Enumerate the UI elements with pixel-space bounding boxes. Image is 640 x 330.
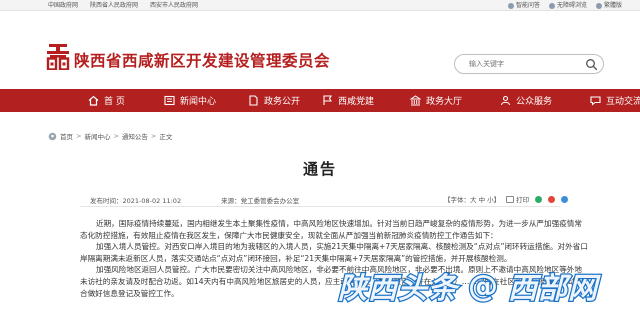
people-icon xyxy=(500,95,511,106)
watermark-at: @ xyxy=(467,267,500,305)
search-icon[interactable] xyxy=(585,58,598,71)
breadcrumb-separator: > xyxy=(76,132,82,140)
main-nav: 首 页 新闻中心 政务公开 西咸党建 政务大厅 公众服务 互动交流 xyxy=(0,89,640,112)
traditional-chinese-link[interactable]: 繁體版 xyxy=(595,1,622,10)
breadcrumb-home[interactable]: 首页 xyxy=(60,131,73,141)
gov-link-province[interactable]: 陕西省人民政府网 xyxy=(90,1,138,10)
top-link-bar: 中国政府网 陕西省人民政府网 西安市人民政府网 智能问答 无障碍浏览 繁體版 xyxy=(0,0,640,11)
breadcrumb-current: 正文 xyxy=(159,133,173,141)
news-icon xyxy=(164,95,175,106)
breadcrumb-separator: > xyxy=(150,132,157,140)
wechat-share-icon[interactable] xyxy=(535,195,543,203)
language-icon xyxy=(595,2,602,9)
chat-icon xyxy=(590,96,601,106)
nav-news[interactable]: 新闻中心 xyxy=(164,89,216,112)
breadcrumb-notices[interactable]: 通知公告 xyxy=(122,131,148,141)
search-box xyxy=(454,54,604,74)
article-meta: 发布时间：2021-08-02 11:02 来源：党工委管委会办公室 xyxy=(90,195,299,205)
breadcrumb-news[interactable]: 新闻中心 xyxy=(84,131,110,141)
accessibility-link[interactable]: 无障碍浏览 xyxy=(548,1,587,10)
gov-links: 中国政府网 陕西省人民政府网 西安市人民政府网 xyxy=(48,1,198,10)
robot-icon xyxy=(507,2,514,9)
paragraph-entry-control: 加强入境人员管控。对西安口岸入境目的地为我辖区的入境人员，实施21天集中隔离+7… xyxy=(80,242,588,263)
hall-icon xyxy=(410,95,421,106)
article-source: 来源：党工委管委会办公室 xyxy=(221,197,300,205)
nav-gov-affairs[interactable]: 政务公开 xyxy=(248,89,300,112)
watermark-right: 西部网 xyxy=(507,270,599,307)
article-title: 通告 xyxy=(302,160,337,178)
watermark: 陕西头条 @ 西部网 xyxy=(337,265,599,307)
qq-share-icon[interactable] xyxy=(561,195,569,203)
weibo-share-icon[interactable] xyxy=(548,195,556,203)
home-icon xyxy=(88,95,99,106)
print-icon xyxy=(506,195,515,203)
watermark-left: 陕西头条 xyxy=(337,270,459,307)
article-tools: 【字体：大 中 小】 打印 xyxy=(444,194,569,204)
site-header: 陕西省西咸新区开发建设管理委员会 xyxy=(0,11,640,89)
breadcrumb: 首页 > 新闻中心 > 通知公告 > 正文 xyxy=(48,131,172,141)
breadcrumb-separator: > xyxy=(113,132,119,140)
nav-interaction[interactable]: 互动交流 xyxy=(590,89,640,112)
search-input[interactable] xyxy=(469,57,579,71)
print-button[interactable]: 打印 xyxy=(506,194,529,204)
meta-divider xyxy=(80,206,560,207)
flag-icon xyxy=(323,95,332,105)
gov-link-central[interactable]: 中国政府网 xyxy=(48,1,78,10)
location-icon xyxy=(48,132,57,140)
nav-home[interactable]: 首 页 xyxy=(88,89,125,112)
site-logo-icon[interactable] xyxy=(46,44,70,70)
nav-service-hall[interactable]: 政务大厅 xyxy=(410,89,462,112)
paragraph-intro: 近期，国际疫情持续蔓延，国内相继发生本土聚集性疫情，中高风险地区快速增加。针对当… xyxy=(80,219,582,240)
nav-public-service[interactable]: 公众服务 xyxy=(500,89,552,112)
document-icon xyxy=(249,95,258,106)
gov-link-city[interactable]: 西安市人民政府网 xyxy=(150,1,198,10)
site-title: 陕西省西咸新区开发建设管理委员会 xyxy=(74,52,331,70)
font-size-switcher[interactable]: 【字体：大 中 小】 xyxy=(444,194,500,204)
accessibility-icon xyxy=(548,2,555,9)
top-tools: 智能问答 无障碍浏览 繁體版 xyxy=(507,1,622,10)
smart-qa-link[interactable]: 智能问答 xyxy=(507,1,540,10)
nav-party-building[interactable]: 西咸党建 xyxy=(322,89,374,112)
publish-date: 发布时间：2021-08-02 11:02 xyxy=(90,197,182,205)
